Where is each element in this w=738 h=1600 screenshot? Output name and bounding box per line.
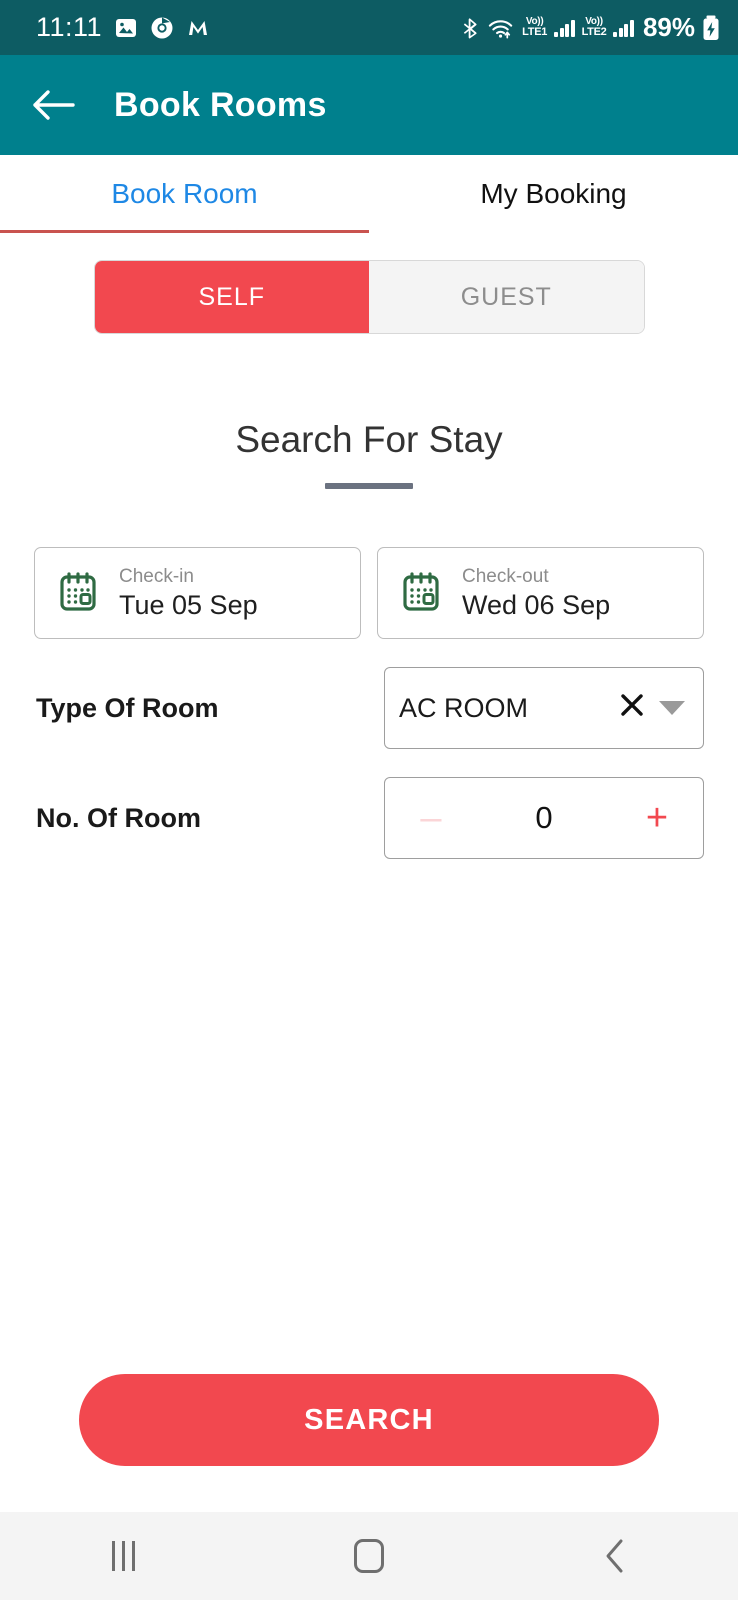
volte-sim2-icon: Vo)) LTE2 xyxy=(582,17,607,38)
chrome-icon xyxy=(150,16,174,40)
room-type-row: Type Of Room AC ROOM xyxy=(34,667,704,749)
android-nav-bar xyxy=(0,1512,738,1600)
battery-percent-label: 89% xyxy=(642,12,695,42)
page-title: Book Rooms xyxy=(114,85,327,124)
bluetooth-icon xyxy=(460,16,481,40)
room-count-value: 0 xyxy=(535,800,553,835)
volte-sim2-bottom: LTE2 xyxy=(581,26,607,38)
segment-guest[interactable]: GUEST xyxy=(369,261,644,333)
segment-self-label: SELF xyxy=(198,282,266,311)
status-clock: 11:11 xyxy=(36,12,103,42)
phone-screen: 11:11 Vo)) LTE1 Vo)) LTE2 89% Book Rooms… xyxy=(0,0,738,1600)
segmented-control: SELF GUEST xyxy=(93,260,645,334)
volte-sim1-bottom: LTE1 xyxy=(522,26,548,38)
checkin-value: Tue 05 Sep xyxy=(119,589,258,620)
search-action-area: SEARCH xyxy=(0,1374,738,1466)
recents-glyph xyxy=(111,1541,135,1571)
status-bar-right: Vo)) LTE1 Vo)) LTE2 89% xyxy=(460,12,720,43)
signal-bars-sim1-icon xyxy=(554,19,575,37)
room-type-select[interactable]: AC ROOM xyxy=(384,667,704,749)
tab-my-booking[interactable]: My Booking xyxy=(369,155,738,233)
app-bar: Book Rooms xyxy=(0,55,738,155)
room-type-value: AC ROOM xyxy=(399,692,529,723)
back-glyph xyxy=(606,1539,623,1573)
checkin-date-field[interactable]: Check-in Tue 05 Sep xyxy=(34,547,361,639)
checkout-texts: Check-out Wed 06 Sep xyxy=(462,566,610,621)
search-button[interactable]: SEARCH xyxy=(79,1374,659,1466)
signal-bars-sim2-icon xyxy=(613,19,634,37)
decrement-button[interactable]: – xyxy=(409,799,453,837)
segment-self[interactable]: SELF xyxy=(94,261,369,333)
back-arrow-icon[interactable] xyxy=(30,82,76,128)
section-heading: Search For Stay xyxy=(235,419,503,460)
date-row: Check-in Tue 05 Sep Check-out Wed 06 Sep xyxy=(34,547,704,639)
room-count-control: – 0 + xyxy=(384,777,704,859)
checkin-label: Check-in xyxy=(119,565,194,587)
room-count-row: No. Of Room – 0 + xyxy=(34,777,704,859)
status-bar-left: 11:11 xyxy=(36,12,210,43)
tab-book-room[interactable]: Book Room xyxy=(0,155,369,233)
recents-icon[interactable] xyxy=(63,1512,183,1600)
calendar-icon xyxy=(398,570,444,616)
volte-sim1-icon: Vo)) LTE1 xyxy=(522,17,547,38)
room-type-control: AC ROOM xyxy=(384,667,704,749)
checkout-value: Wed 06 Sep xyxy=(462,589,611,620)
back-icon[interactable] xyxy=(555,1512,675,1600)
tab-book-room-label: Book Room xyxy=(111,178,258,209)
image-icon xyxy=(114,16,138,40)
booking-for-section: SELF GUEST xyxy=(0,260,738,334)
chevron-down-icon[interactable] xyxy=(659,701,685,715)
tab-bar: Book Room My Booking xyxy=(0,155,738,233)
room-type-label: Type Of Room xyxy=(36,692,219,723)
checkin-texts: Check-in Tue 05 Sep xyxy=(119,566,258,621)
m-app-icon xyxy=(186,16,210,40)
increment-button[interactable]: + xyxy=(635,799,679,837)
home-glyph xyxy=(354,1539,384,1573)
checkout-label: Check-out xyxy=(462,565,549,587)
search-form: Check-in Tue 05 Sep Check-out Wed 06 Sep… xyxy=(0,547,738,859)
wifi-icon xyxy=(488,16,515,40)
segment-guest-label: GUEST xyxy=(460,282,552,311)
battery-charging-icon xyxy=(702,15,720,41)
status-bar: 11:11 Vo)) LTE1 Vo)) LTE2 89% xyxy=(0,0,738,55)
section-heading-block: Search For Stay xyxy=(0,419,738,489)
checkout-date-field[interactable]: Check-out Wed 06 Sep xyxy=(377,547,704,639)
close-icon[interactable] xyxy=(615,692,659,724)
calendar-icon xyxy=(55,570,101,616)
tab-active-indicator xyxy=(0,230,369,233)
section-heading-rule xyxy=(325,483,413,489)
room-count-stepper: – 0 + xyxy=(384,777,704,859)
home-icon[interactable] xyxy=(309,1512,429,1600)
tab-my-booking-label: My Booking xyxy=(480,178,627,209)
room-count-label: No. Of Room xyxy=(36,802,201,833)
